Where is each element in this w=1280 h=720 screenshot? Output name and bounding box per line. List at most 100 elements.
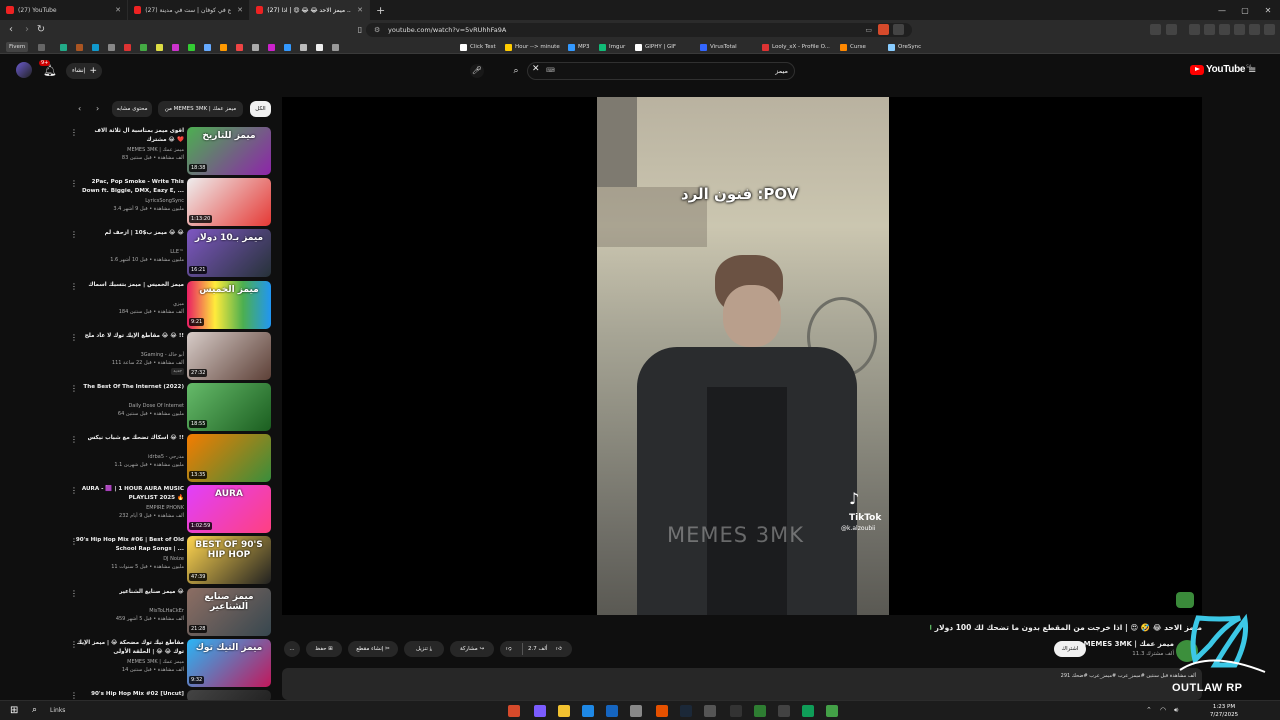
recommendation-title[interactable]: The Best Of The Internet (2022) bbox=[74, 383, 184, 392]
app-taskbar-icon[interactable] bbox=[704, 705, 716, 717]
extension-icon[interactable] bbox=[1166, 24, 1177, 35]
app-taskbar-icon[interactable] bbox=[630, 705, 642, 717]
new-tab-button[interactable]: + bbox=[370, 4, 391, 17]
recommendation-item[interactable]: ⋮ ميمز للتاريخ 18:38 اقوى ميمز بمناسبة ال ث… bbox=[70, 127, 272, 175]
taskbar-search-icon[interactable]: ⌕ bbox=[32, 705, 37, 715]
close-tab-icon[interactable]: ✕ bbox=[109, 6, 121, 14]
vpn-icon[interactable] bbox=[1249, 24, 1260, 35]
recommendation-item[interactable]: ⋮ 13:35 اسكاك تضحك مع شباب نيكس 😂 !! idrba5… bbox=[70, 434, 272, 482]
address-bar[interactable]: ⚙ youtube.com/watch?v=5vRUhhFa9A ▭ ⇪ ☆ bbox=[366, 23, 912, 37]
like-count[interactable]: 2.7 ألف bbox=[528, 641, 547, 657]
recommendation-channel[interactable]: MEMES 3MK | ميمز عمك bbox=[74, 659, 184, 665]
bookmark-icon[interactable] bbox=[236, 42, 246, 52]
close-tab-icon[interactable]: ✕ bbox=[351, 6, 363, 14]
search-icon[interactable]: ⌕ bbox=[504, 63, 528, 79]
app-taskbar-icon[interactable] bbox=[754, 705, 766, 717]
avatar[interactable] bbox=[16, 62, 32, 78]
volume-icon[interactable]: 🔊︎ bbox=[1174, 706, 1178, 715]
tray-chevron-icon[interactable]: ⌃ bbox=[1146, 706, 1152, 714]
chips-next-icon[interactable]: › bbox=[96, 104, 99, 113]
recommendation-item[interactable]: ⋮ AURA 1:02:59 AURA - 🟪 | 1 HOUR AURA MUSIC… bbox=[70, 485, 272, 533]
extension-icon[interactable] bbox=[1219, 24, 1230, 35]
recommendation-title[interactable]: 2Pac, Pop Smoke - Write This Down ft. Bi… bbox=[74, 178, 184, 196]
recommendation-channel[interactable]: LLE™ bbox=[74, 249, 184, 255]
extension-icon[interactable] bbox=[1150, 24, 1161, 35]
bookmark-icon[interactable] bbox=[60, 42, 70, 52]
brave-taskbar-icon[interactable] bbox=[508, 705, 520, 717]
brave-shield-icon[interactable] bbox=[878, 24, 889, 35]
edge-icon[interactable] bbox=[802, 705, 814, 717]
bookmark-icon[interactable] bbox=[220, 42, 230, 52]
bookmark-icon[interactable] bbox=[108, 42, 118, 52]
download-button[interactable]: تنزيل ⤓ bbox=[404, 641, 444, 657]
menu-icon[interactable] bbox=[1264, 24, 1275, 35]
recommendation-item[interactable]: ⋮ ميمز التيك توك 9:32 مقاطع تيك توك مضحكة 😂… bbox=[70, 639, 272, 687]
bookmark-icon[interactable] bbox=[300, 42, 310, 52]
recommendation-title[interactable]: AURA - 🟪 | 1 HOUR AURA MUSIC PLAYLIST 20… bbox=[74, 485, 184, 503]
video-frame[interactable]: فنون الرد :POV MEMES 3MK ♪ TikTok @k.alz… bbox=[597, 97, 889, 615]
bookmark-icon[interactable] bbox=[268, 42, 278, 52]
chips-prev-icon[interactable]: ‹ bbox=[78, 104, 81, 113]
forward-icon[interactable]: › bbox=[20, 23, 34, 37]
bookmark-click-test[interactable]: Click Test bbox=[460, 42, 496, 52]
recommendation-channel[interactable]: ميزي bbox=[74, 301, 184, 307]
chip-related[interactable]: محتوى مشابه bbox=[112, 101, 152, 117]
minimize-button[interactable]: — bbox=[1210, 0, 1234, 20]
bookmark-giphy[interactable]: GIPHY | GIF bbox=[635, 42, 676, 52]
bookmark-icon[interactable] bbox=[140, 42, 150, 52]
youtube-logo[interactable]: YouTube SA bbox=[1190, 64, 1252, 75]
recommendation-item[interactable]: ⋮ 18:55 The Best Of The Internet (2022) Dai… bbox=[70, 383, 272, 431]
share-button[interactable]: مشاركة ↪ bbox=[450, 641, 494, 657]
bookmark-apps-icon[interactable] bbox=[38, 42, 48, 52]
bookmark-looly[interactable]: Looly_xX - Profile O... bbox=[762, 42, 830, 52]
recommendation-title[interactable]: ميمز ب$10 | ازحف لم 😂 😂 bbox=[74, 229, 184, 238]
app-taskbar-icon[interactable] bbox=[656, 705, 668, 717]
bookmark-oresync[interactable]: OreSync bbox=[888, 42, 921, 52]
recommendation-channel[interactable]: MEMES 3MK | ميمز عمك bbox=[74, 147, 184, 153]
back-icon[interactable]: ‹ bbox=[4, 23, 18, 37]
recommendation-title[interactable]: مقاطع الإيك توك لا عاد ملح 😂 😂 !! bbox=[74, 332, 184, 341]
chip-all[interactable]: الكل bbox=[250, 101, 271, 117]
steam-icon[interactable] bbox=[680, 705, 692, 717]
recommendation-title[interactable]: 90's Hip Hop Mix #02 [Uncut] bbox=[74, 690, 184, 699]
bookmark-mp3[interactable]: MP3 bbox=[568, 42, 590, 52]
clock-date[interactable]: 7/27/2025 bbox=[1194, 712, 1254, 718]
bookmark-imgur[interactable]: Imgur bbox=[599, 42, 625, 52]
outlook-icon[interactable] bbox=[606, 705, 618, 717]
bookmark-icon[interactable] bbox=[316, 42, 326, 52]
recommendation-item[interactable]: ⋮ ميمز صنايع الشناعير 21:28 ميمز صنايع الشن… bbox=[70, 588, 272, 636]
bookmark-curse[interactable]: Curse bbox=[840, 42, 866, 52]
close-window-button[interactable]: ✕ bbox=[1256, 0, 1280, 20]
recommendation-title[interactable]: مقاطع تيك توك مضحكة 😂 | ميمز الإيك توك 😂… bbox=[74, 639, 184, 657]
cast-icon[interactable]: ▭ bbox=[865, 23, 872, 37]
clock-time[interactable]: 1:23 PM bbox=[1194, 704, 1254, 710]
app-taskbar-icon[interactable] bbox=[778, 705, 790, 717]
bookmark-icon[interactable] bbox=[124, 42, 134, 52]
browser-tab[interactable]: (27) أسبوع في كوفان | ست في مدينة ... ✕ bbox=[128, 0, 250, 20]
create-button[interactable]: إنشاء + bbox=[66, 63, 102, 79]
bookmark-icon[interactable] bbox=[92, 42, 102, 52]
bookmark-virustotal[interactable]: VirusTotal bbox=[700, 42, 737, 52]
recommendation-item[interactable]: ⋮ ميمز الخميس 9:21 ميمز الخميس | ميمز بتسبك… bbox=[70, 281, 272, 329]
browser-tab-active[interactable]: (27) ميمز الاحد 😂 😂 😍 | اذا ... ✕ bbox=[250, 0, 370, 20]
reload-icon[interactable]: ↻ bbox=[34, 23, 48, 37]
wallet-icon[interactable] bbox=[1234, 24, 1245, 35]
clip-button[interactable]: إنشاء مقطع ✂ bbox=[348, 641, 398, 657]
wifi-icon[interactable]: ◠ bbox=[1160, 706, 1166, 714]
hamburger-menu-icon[interactable]: ≡ bbox=[1248, 65, 1256, 76]
recommendation-channel[interactable]: EMPIRE PHONK bbox=[74, 505, 184, 511]
browser-tab[interactable]: (27) YouTube ✕ bbox=[0, 0, 128, 20]
app-taskbar-icon[interactable] bbox=[826, 705, 838, 717]
recommendation-channel[interactable]: 3Gaming - أبو خالد bbox=[74, 352, 184, 358]
clear-search-icon[interactable]: ✕ bbox=[532, 64, 540, 74]
recommendation-title[interactable]: ميمز صنايع الشناعير 😂 bbox=[74, 588, 184, 597]
dislike-icon[interactable]: 👎︎ bbox=[506, 641, 512, 657]
close-tab-icon[interactable]: ✕ bbox=[231, 6, 243, 14]
chip-from-channel[interactable]: من MEMES 3MK | ميمز عمك bbox=[158, 101, 243, 117]
recommendation-title[interactable]: اسكاك تضحك مع شباب نيكس 😂 !! bbox=[74, 434, 184, 443]
app-taskbar-icon[interactable] bbox=[534, 705, 546, 717]
bookmark-icon[interactable] bbox=[252, 42, 262, 52]
like-icon[interactable]: 👍︎ bbox=[556, 641, 562, 657]
bookmark-icon[interactable] bbox=[204, 42, 214, 52]
bookmark-icon[interactable] bbox=[156, 42, 166, 52]
